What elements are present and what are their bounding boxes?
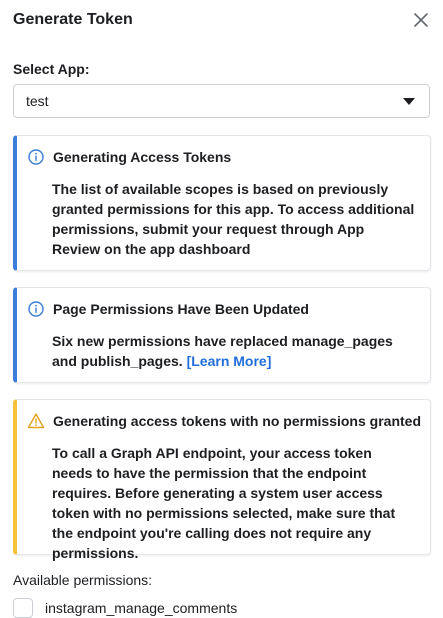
info-icon [27,300,45,318]
notice-header: Page Permissions Have Been Updated [27,300,420,320]
permission-row[interactable]: instagram_manage_comments [13,598,433,618]
notice-body: The list of available scopes is based on… [52,181,415,257]
dialog-header: Generate Token [13,8,443,32]
app-select-value: test [26,93,49,109]
notice-body: To call a Graph API endpoint, your acces… [52,445,396,561]
notice-title: Generating access tokens with no permiss… [53,413,421,429]
close-icon[interactable] [412,11,430,29]
available-permissions-label: Available permissions: [13,572,153,588]
notice-header: Generating access tokens with no permiss… [27,412,421,432]
notice-title: Generating Access Tokens [53,149,232,165]
permission-checkbox[interactable] [13,598,33,618]
notice-no-permissions-warning: Generating access tokens with no permiss… [13,399,431,561]
notice-body: Six new permissions have replaced manage… [52,331,416,371]
learn-more-link[interactable]: [Learn More] [187,353,272,369]
notice-header: Generating Access Tokens [27,148,420,168]
dialog-title: Generate Token [13,11,133,28]
warning-icon [27,412,45,430]
permission-name: instagram_manage_comments [45,600,238,616]
notice-generating-access-tokens: Generating Access Tokens The list of ava… [13,135,431,271]
chevron-down-icon [403,98,415,105]
notice-title: Page Permissions Have Been Updated [53,301,309,317]
notice-page-permissions-updated: Page Permissions Have Been Updated Six n… [13,287,431,383]
select-app-label: Select App: [13,61,90,77]
app-select[interactable]: test [13,84,430,118]
info-icon [27,148,45,166]
